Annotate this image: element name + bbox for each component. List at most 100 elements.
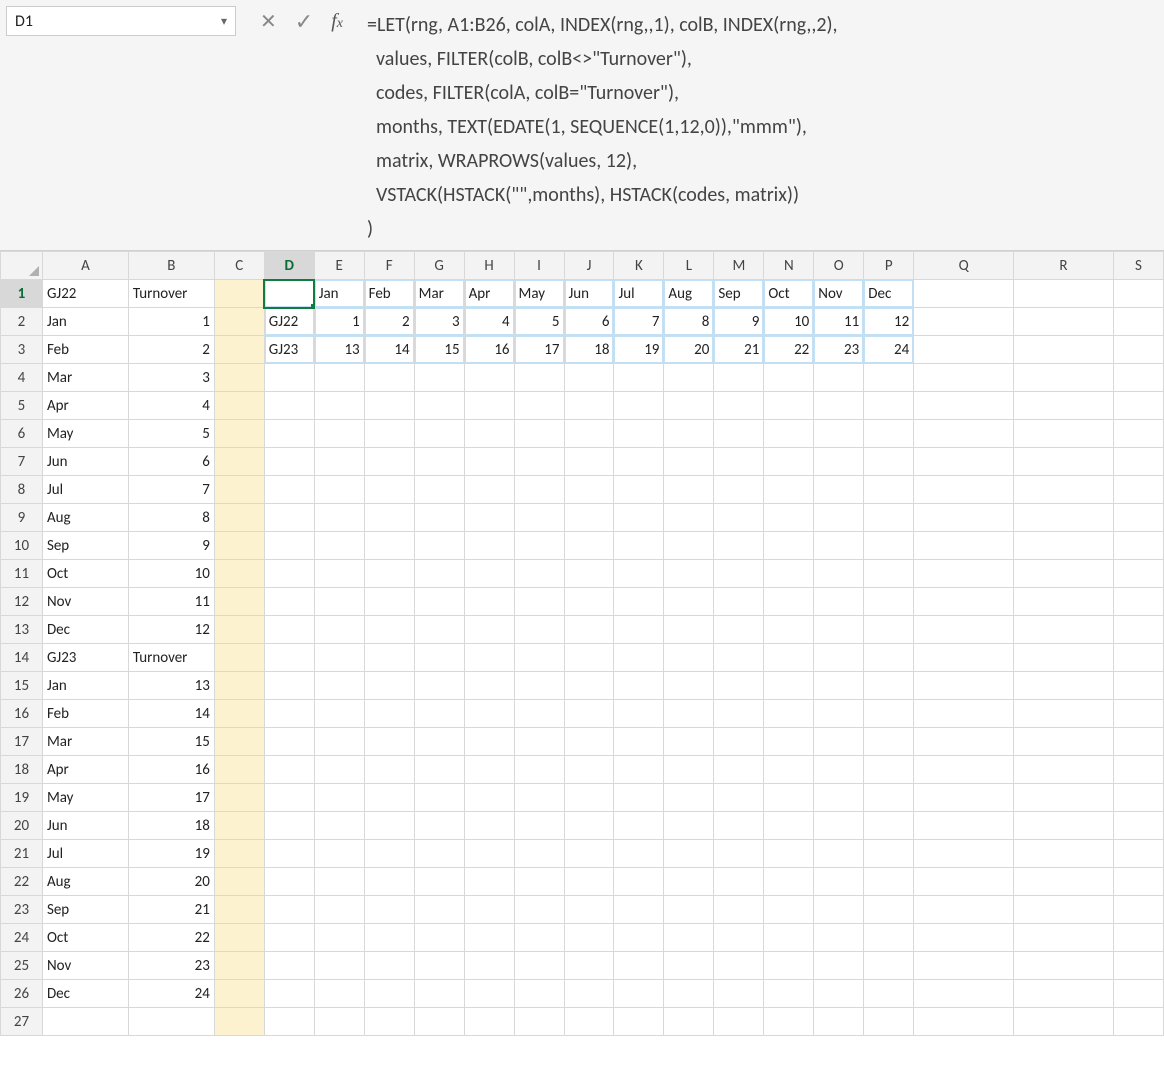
cell-C6[interactable]: [214, 420, 264, 448]
col-header-B[interactable]: B: [128, 252, 214, 280]
cell-M2[interactable]: 9: [714, 308, 764, 336]
col-header-P[interactable]: P: [864, 252, 914, 280]
cell-N5[interactable]: [764, 392, 814, 420]
cell-C23[interactable]: [214, 896, 264, 924]
cell-S11[interactable]: [1113, 560, 1163, 588]
cell-Q20[interactable]: [914, 812, 1014, 840]
row-header-25[interactable]: 25: [1, 952, 43, 980]
cell-M12[interactable]: [714, 588, 764, 616]
cell-F24[interactable]: [364, 924, 414, 952]
cell-A15[interactable]: Jan: [42, 672, 128, 700]
cell-E14[interactable]: [314, 644, 364, 672]
cell-S8[interactable]: [1113, 476, 1163, 504]
cell-H23[interactable]: [464, 896, 514, 924]
cell-O13[interactable]: [814, 616, 864, 644]
cell-L5[interactable]: [664, 392, 714, 420]
cell-G13[interactable]: [414, 616, 464, 644]
cell-S19[interactable]: [1113, 784, 1163, 812]
cell-K17[interactable]: [614, 728, 664, 756]
cell-E8[interactable]: [314, 476, 364, 504]
cell-J1[interactable]: Jun: [564, 280, 614, 308]
cell-D1[interactable]: [264, 280, 314, 308]
cell-R13[interactable]: [1014, 616, 1114, 644]
cell-M14[interactable]: [714, 644, 764, 672]
cell-S2[interactable]: [1113, 308, 1163, 336]
cell-K5[interactable]: [614, 392, 664, 420]
cell-D9[interactable]: [264, 504, 314, 532]
cell-H22[interactable]: [464, 868, 514, 896]
cell-D11[interactable]: [264, 560, 314, 588]
cell-B21[interactable]: 19: [128, 840, 214, 868]
cell-O27[interactable]: [814, 1008, 864, 1036]
cell-S14[interactable]: [1113, 644, 1163, 672]
cell-C19[interactable]: [214, 784, 264, 812]
cell-I4[interactable]: [514, 364, 564, 392]
cell-H11[interactable]: [464, 560, 514, 588]
cell-H12[interactable]: [464, 588, 514, 616]
cell-G12[interactable]: [414, 588, 464, 616]
row-header-12[interactable]: 12: [1, 588, 43, 616]
cell-B17[interactable]: 15: [128, 728, 214, 756]
cell-R11[interactable]: [1014, 560, 1114, 588]
fx-icon[interactable]: fx: [331, 10, 343, 33]
cell-N3[interactable]: 22: [764, 336, 814, 364]
cell-F14[interactable]: [364, 644, 414, 672]
cell-C5[interactable]: [214, 392, 264, 420]
cell-S27[interactable]: [1113, 1008, 1163, 1036]
cell-H1[interactable]: Apr: [464, 280, 514, 308]
cell-S16[interactable]: [1113, 700, 1163, 728]
cell-N11[interactable]: [764, 560, 814, 588]
cell-S4[interactable]: [1113, 364, 1163, 392]
cell-H9[interactable]: [464, 504, 514, 532]
cell-F5[interactable]: [364, 392, 414, 420]
cell-M18[interactable]: [714, 756, 764, 784]
cell-I11[interactable]: [514, 560, 564, 588]
row-header-24[interactable]: 24: [1, 924, 43, 952]
cell-A12[interactable]: Nov: [42, 588, 128, 616]
cell-S7[interactable]: [1113, 448, 1163, 476]
cell-S18[interactable]: [1113, 756, 1163, 784]
cell-G19[interactable]: [414, 784, 464, 812]
cell-Q2[interactable]: [914, 308, 1014, 336]
cell-G7[interactable]: [414, 448, 464, 476]
cell-K4[interactable]: [614, 364, 664, 392]
cell-A16[interactable]: Feb: [42, 700, 128, 728]
cell-A2[interactable]: Jan: [42, 308, 128, 336]
cell-I15[interactable]: [514, 672, 564, 700]
col-header-D[interactable]: D: [264, 252, 314, 280]
select-all-corner[interactable]: [1, 252, 43, 280]
cell-E10[interactable]: [314, 532, 364, 560]
cell-L27[interactable]: [664, 1008, 714, 1036]
cell-H10[interactable]: [464, 532, 514, 560]
cell-I27[interactable]: [514, 1008, 564, 1036]
cell-L3[interactable]: 20: [664, 336, 714, 364]
cell-K6[interactable]: [614, 420, 664, 448]
cell-R19[interactable]: [1014, 784, 1114, 812]
cell-M10[interactable]: [714, 532, 764, 560]
cell-L4[interactable]: [664, 364, 714, 392]
row-header-14[interactable]: 14: [1, 644, 43, 672]
cell-B24[interactable]: 22: [128, 924, 214, 952]
cell-L17[interactable]: [664, 728, 714, 756]
cell-H26[interactable]: [464, 980, 514, 1008]
cell-S12[interactable]: [1113, 588, 1163, 616]
cell-A13[interactable]: Dec: [42, 616, 128, 644]
cell-A6[interactable]: May: [42, 420, 128, 448]
cell-R25[interactable]: [1014, 952, 1114, 980]
cell-S15[interactable]: [1113, 672, 1163, 700]
cell-C26[interactable]: [214, 980, 264, 1008]
cell-H24[interactable]: [464, 924, 514, 952]
cell-O14[interactable]: [814, 644, 864, 672]
cell-R8[interactable]: [1014, 476, 1114, 504]
chevron-down-icon[interactable]: ▾: [221, 14, 227, 29]
cell-S9[interactable]: [1113, 504, 1163, 532]
row-header-6[interactable]: 6: [1, 420, 43, 448]
cell-I6[interactable]: [514, 420, 564, 448]
row-header-9[interactable]: 9: [1, 504, 43, 532]
cell-L8[interactable]: [664, 476, 714, 504]
cell-O20[interactable]: [814, 812, 864, 840]
cell-F21[interactable]: [364, 840, 414, 868]
cell-H16[interactable]: [464, 700, 514, 728]
cell-Q24[interactable]: [914, 924, 1014, 952]
row-header-10[interactable]: 10: [1, 532, 43, 560]
